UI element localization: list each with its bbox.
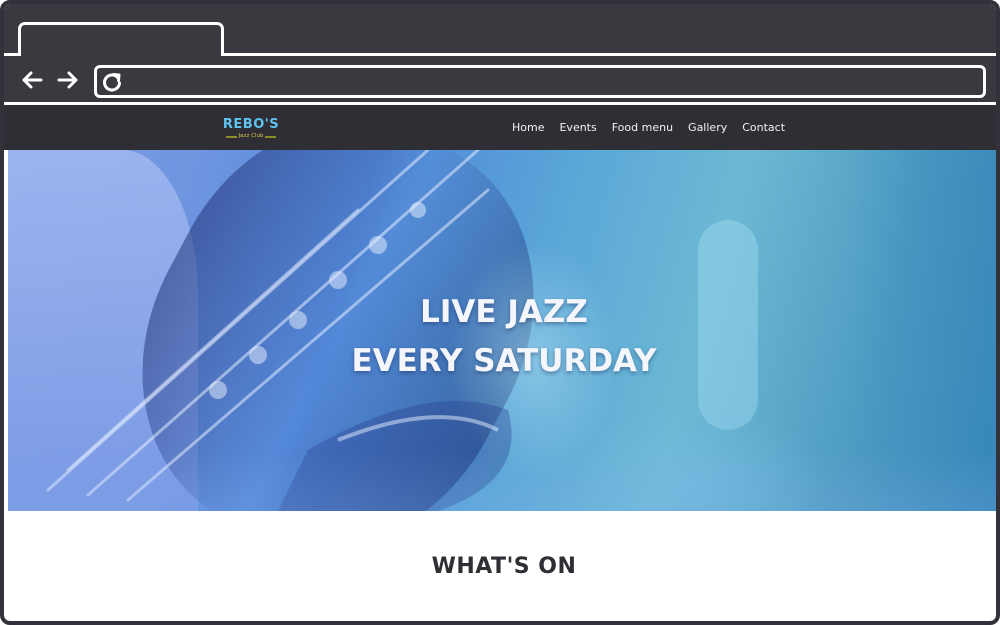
hero-line-2: EVERY SATURDAY bbox=[351, 343, 657, 379]
logo-rule bbox=[265, 135, 277, 138]
back-button[interactable] bbox=[18, 66, 46, 94]
logo-subtitle: Jazz Club bbox=[238, 133, 264, 139]
logo-subtitle-row: Jazz Club bbox=[220, 133, 282, 140]
nav-link-gallery[interactable]: Gallery bbox=[688, 121, 727, 134]
tab-divider bbox=[221, 53, 996, 56]
nav-link-food-menu[interactable]: Food menu bbox=[612, 121, 673, 134]
address-bar[interactable] bbox=[94, 65, 986, 98]
section-heading: WHAT'S ON bbox=[431, 554, 577, 579]
nav-link-home[interactable]: Home bbox=[512, 121, 544, 134]
logo-title: REBO'S bbox=[222, 117, 280, 132]
hero-line-1: LIVE JAZZ bbox=[420, 294, 588, 330]
hero-banner: LIVE JAZZ EVERY SATURDAY bbox=[8, 150, 996, 511]
site-header: REBO'S Jazz Club Home Events Food menu G… bbox=[4, 105, 996, 150]
nav-link-events[interactable]: Events bbox=[559, 121, 596, 134]
forward-button[interactable] bbox=[54, 66, 82, 94]
browser-chrome bbox=[4, 4, 996, 105]
hero-headline: LIVE JAZZ EVERY SATURDAY bbox=[8, 288, 996, 386]
logo-rule bbox=[225, 135, 237, 138]
nav-link-contact[interactable]: Contact bbox=[742, 121, 785, 134]
forward-arrow-icon bbox=[57, 71, 78, 89]
back-arrow-icon bbox=[22, 71, 43, 89]
tab-divider bbox=[4, 53, 21, 56]
browser-tab[interactable] bbox=[18, 22, 224, 56]
main-nav: Home Events Food menu Gallery Contact bbox=[512, 105, 785, 150]
reload-icon[interactable] bbox=[101, 71, 123, 93]
browser-window: REBO'S Jazz Club Home Events Food menu G… bbox=[0, 0, 1000, 625]
hero-bg-shape bbox=[8, 450, 996, 511]
site-logo[interactable]: REBO'S Jazz Club bbox=[220, 118, 282, 142]
